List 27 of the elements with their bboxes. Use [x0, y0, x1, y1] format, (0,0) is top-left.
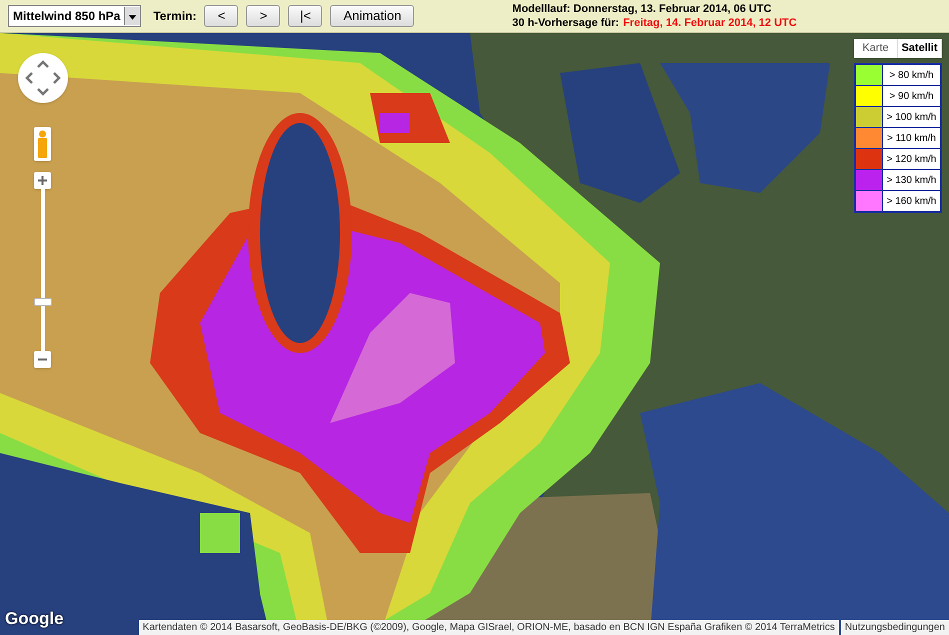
plus-icon: [38, 176, 47, 185]
pan-arrows-icon: [25, 60, 61, 96]
terms-link[interactable]: Nutzungsbedingungen: [840, 620, 949, 635]
legend-label: > 160 km/h: [883, 191, 940, 211]
nav-button[interactable]: Animation: [330, 5, 414, 27]
termin-label: Termin:: [153, 8, 196, 25]
map-type-tab[interactable]: Karte: [854, 39, 898, 58]
person-icon: [37, 130, 48, 158]
nav-button[interactable]: |<: [288, 5, 322, 27]
legend-label: > 110 km/h: [883, 128, 940, 148]
model-run-text: Modelllauf: Donnerstag, 13. Februar 2014, 06 UTC: [512, 2, 772, 16]
legend-label: > 120 km/h: [883, 149, 940, 169]
nav-button[interactable]: <: [204, 5, 238, 27]
zoom-slider-thumb[interactable]: [34, 298, 52, 306]
forecast-time: Freitag, 14. Februar 2014, 12 UTC: [623, 16, 797, 30]
google-logo: Google: [5, 608, 64, 630]
zoom-out-button[interactable]: [34, 351, 51, 368]
legend-label: > 90 km/h: [883, 86, 940, 106]
map-attribution: Kartendaten © 2014 Basarsoft, GeoBasis-DE/BKG (©2009), Google, Mapa GISrael, ORION-ME, basado en BCN IGN España Grafiken © 2014 TerraMetrics: [138, 620, 839, 635]
legend-label: > 130 km/h: [883, 170, 940, 190]
legend-label: > 80 km/h: [883, 65, 940, 85]
forecast-label: 30 h-Vorhersage für:: [512, 16, 620, 30]
legend-label: > 100 km/h: [883, 107, 940, 127]
nav-button[interactable]: >: [246, 5, 280, 27]
zoom-in-button[interactable]: [34, 172, 51, 189]
map-type-tab[interactable]: Satellit: [898, 39, 942, 58]
product-select[interactable]: Mittelwind 850 hPa: [8, 5, 142, 27]
